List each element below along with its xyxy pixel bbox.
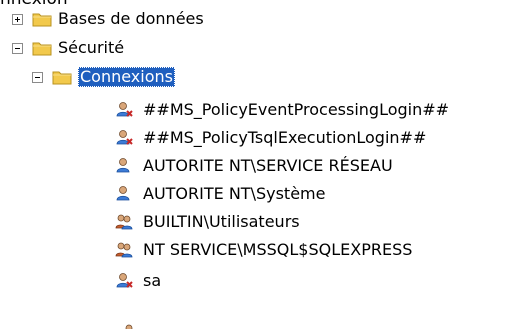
- login-item-2[interactable]: ##MS_PolicyTsqlExecutionLogin##: [115, 127, 426, 149]
- group-login-icon: [115, 242, 133, 258]
- login-label: BUILTIN\Utilisateurs: [143, 212, 300, 231]
- object-explorer-tree: Bases de données Sécurité Connexions ##M…: [0, 0, 528, 329]
- group-login-icon: [115, 214, 133, 230]
- tree-node-security[interactable]: Sécurité: [12, 37, 124, 59]
- login-label: sa: [143, 271, 162, 290]
- folder-icon: [52, 71, 72, 85]
- tree-node-label-selected: Connexions: [78, 67, 175, 87]
- login-item-4[interactable]: AUTORITE NT\Système: [115, 183, 325, 205]
- disabled-user-login-icon: [116, 273, 133, 288]
- collapse-icon[interactable]: [12, 42, 23, 54]
- login-item-6[interactable]: NT SERVICE\MSSQL$SQLEXPRESS: [115, 239, 412, 261]
- user-login-icon: [116, 186, 130, 201]
- folder-icon: [32, 42, 52, 56]
- disabled-user-login-icon: [116, 130, 133, 145]
- partial-login-icon: [125, 324, 133, 329]
- tree-node-logins[interactable]: Connexions: [32, 66, 175, 88]
- login-item-1[interactable]: ##MS_PolicyEventProcessingLogin##: [115, 99, 449, 121]
- login-label: ##MS_PolicyTsqlExecutionLogin##: [143, 128, 427, 147]
- disabled-user-login-icon: [116, 102, 133, 117]
- login-item-3[interactable]: AUTORITE NT\SERVICE RÉSEAU: [115, 155, 393, 177]
- login-label: ##MS_PolicyEventProcessingLogin##: [143, 100, 450, 119]
- tree-node-databases[interactable]: Bases de données: [12, 8, 204, 30]
- login-label: AUTORITE NT\Système: [143, 184, 326, 203]
- expand-icon[interactable]: [12, 13, 23, 25]
- collapse-icon[interactable]: [32, 71, 43, 83]
- login-item-7[interactable]: sa: [115, 270, 161, 292]
- login-label: AUTORITE NT\SERVICE RÉSEAU: [143, 156, 393, 175]
- tree-node-label: Sécurité: [58, 38, 125, 57]
- folder-icon: [32, 13, 52, 27]
- tree-node-label: Bases de données: [58, 9, 204, 28]
- login-item-5[interactable]: BUILTIN\Utilisateurs: [115, 211, 300, 233]
- user-login-icon: [116, 158, 130, 173]
- login-label: NT SERVICE\MSSQL$SQLEXPRESS: [143, 240, 413, 259]
